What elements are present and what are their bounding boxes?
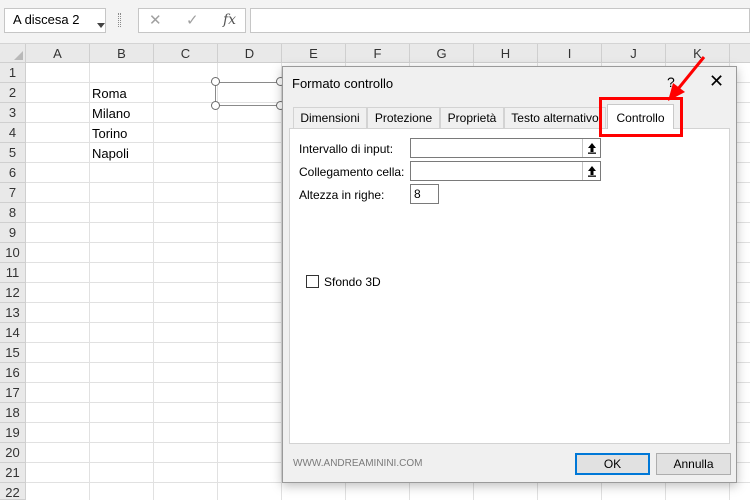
- row-header[interactable]: 2: [0, 83, 26, 103]
- row-header[interactable]: 21: [0, 463, 26, 483]
- format-control-dialog: Formato controllo ? ✕ Dimensioni Protezi…: [282, 66, 737, 483]
- column-header-l[interactable]: [730, 44, 750, 63]
- row-header[interactable]: 10: [0, 243, 26, 263]
- tab-dimensioni[interactable]: Dimensioni: [293, 107, 367, 128]
- check-icon[interactable]: ✓: [186, 11, 199, 29]
- column-header-c[interactable]: C: [154, 44, 218, 63]
- function-icon[interactable]: fx: [223, 12, 236, 28]
- cancel-button[interactable]: Annulla: [656, 453, 731, 475]
- row-header[interactable]: 15: [0, 343, 26, 363]
- row-header[interactable]: 9: [0, 223, 26, 243]
- row-header[interactable]: 11: [0, 263, 26, 283]
- column-header-a[interactable]: A: [26, 44, 90, 63]
- tab-protezione[interactable]: Protezione: [367, 107, 440, 128]
- cell-link-field[interactable]: [410, 161, 601, 181]
- cell-b3[interactable]: Milano: [92, 104, 130, 124]
- row-header[interactable]: 17: [0, 383, 26, 403]
- row-header[interactable]: 3: [0, 103, 26, 123]
- row-header[interactable]: 8: [0, 203, 26, 223]
- input-range-label: Intervallo di input:: [299, 142, 394, 156]
- row-header[interactable]: 13: [0, 303, 26, 323]
- dialog-title: Formato controllo: [292, 76, 394, 91]
- cell-b5[interactable]: Napoli: [92, 144, 129, 164]
- column-header-h[interactable]: H: [474, 44, 538, 63]
- row-header[interactable]: 16: [0, 363, 26, 383]
- collapse-dialog-icon: [588, 166, 596, 177]
- ok-button[interactable]: OK: [575, 453, 650, 475]
- cell-link-label: Collegamento cella:: [299, 165, 405, 179]
- tab-controllo[interactable]: Controllo: [607, 104, 674, 129]
- tab-proprieta[interactable]: Proprietà: [440, 107, 504, 128]
- cell-b2[interactable]: Roma: [92, 84, 127, 104]
- formula-bar: A discesa 2 ✕ ✓ fx: [0, 0, 750, 44]
- row-header[interactable]: 4: [0, 123, 26, 143]
- column-header-f[interactable]: F: [346, 44, 410, 63]
- list-box-control[interactable]: [215, 82, 283, 106]
- resize-handle[interactable]: [211, 101, 220, 110]
- shading-3d-label[interactable]: Sfondo 3D: [324, 275, 381, 289]
- chevron-down-icon[interactable]: [97, 23, 105, 28]
- tab-strip: Dimensioni Protezione Proprietà Testo al…: [289, 104, 730, 129]
- cancel-icon[interactable]: ✕: [149, 11, 162, 29]
- formula-tools: ✕ ✓ fx: [138, 8, 246, 33]
- column-header-e[interactable]: E: [282, 44, 346, 63]
- formula-input[interactable]: [250, 8, 750, 33]
- row-header[interactable]: 7: [0, 183, 26, 203]
- collapse-dialog-icon: [588, 143, 596, 154]
- row-header[interactable]: 19: [0, 423, 26, 443]
- tab-panel-controllo: Intervallo di input: Collegamento cella:…: [289, 128, 730, 444]
- name-box[interactable]: A discesa 2: [4, 8, 106, 33]
- row-header[interactable]: 5: [0, 143, 26, 163]
- rows-value: 8: [414, 187, 421, 201]
- rows-label: Altezza in righe:: [299, 188, 385, 202]
- tab-testo-alternativo[interactable]: Testo alternativo: [504, 107, 606, 128]
- select-all-icon: [14, 51, 23, 60]
- column-header-b[interactable]: B: [90, 44, 154, 63]
- row-header[interactable]: 18: [0, 403, 26, 423]
- shading-3d-checkbox[interactable]: [306, 275, 319, 288]
- row-header[interactable]: 6: [0, 163, 26, 183]
- close-button[interactable]: ✕: [709, 72, 724, 90]
- column-header-g[interactable]: G: [410, 44, 474, 63]
- row-header[interactable]: 1: [0, 63, 26, 83]
- red-arrow-icon: [668, 56, 706, 101]
- cell-b4[interactable]: Torino: [92, 124, 127, 144]
- row-header[interactable]: 12: [0, 283, 26, 303]
- rows-field[interactable]: 8: [410, 184, 439, 204]
- cell-link-ref-button[interactable]: [582, 162, 601, 180]
- column-header-i[interactable]: I: [538, 44, 602, 63]
- row-header[interactable]: 22: [0, 483, 26, 500]
- grip-icon[interactable]: [118, 13, 121, 27]
- column-header-d[interactable]: D: [218, 44, 282, 63]
- input-range-ref-button[interactable]: [582, 139, 601, 157]
- row-header[interactable]: 14: [0, 323, 26, 343]
- watermark: WWW.ANDREAMININI.COM: [293, 458, 423, 469]
- resize-handle[interactable]: [211, 77, 220, 86]
- select-all-button[interactable]: [0, 44, 26, 63]
- input-range-field[interactable]: [410, 138, 601, 158]
- name-box-value: A discesa 2: [13, 12, 80, 27]
- row-header[interactable]: 20: [0, 443, 26, 463]
